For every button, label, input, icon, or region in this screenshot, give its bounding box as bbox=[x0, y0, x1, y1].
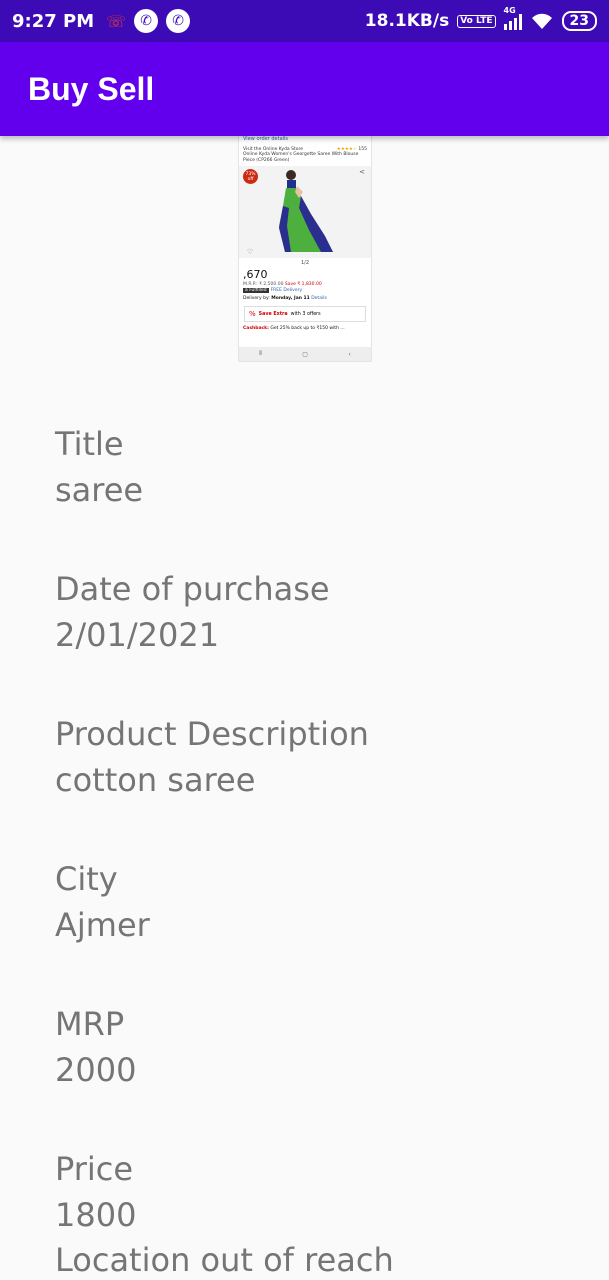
notification-icons: ☏ ✆ ✆ bbox=[106, 9, 191, 33]
product-name: Online Kyda Women's Georgette Saree With… bbox=[243, 152, 359, 163]
whatsapp-icon: ✆ bbox=[134, 9, 159, 33]
mrp-value: M.R.P.: ₹ 2,500.00 bbox=[243, 282, 284, 287]
detail-title-value: saree bbox=[55, 470, 144, 509]
home-icon: ▢ bbox=[302, 350, 308, 358]
offer-save: Save Extra bbox=[258, 311, 288, 317]
delivery-details-link: Details bbox=[311, 296, 327, 301]
rating-count: 155 bbox=[358, 147, 367, 152]
saree-model-figure bbox=[279, 170, 333, 252]
app-title: Buy Sell bbox=[28, 70, 155, 107]
location-status: Location out of reach bbox=[55, 1241, 394, 1279]
offers-box: % Save Extra with 3 offers bbox=[244, 306, 366, 322]
status-bar: 9:27 PM ☏ ✆ ✆ 18.1KB/s Vo LTE 4G 23 bbox=[0, 0, 609, 42]
screenshot-nav-bar: ⦀ ▢ ‹ bbox=[239, 347, 371, 361]
detail-city-label: City bbox=[55, 860, 118, 898]
back-icon: ‹ bbox=[348, 350, 351, 358]
saree-photo: 73% off < ♡ bbox=[239, 166, 371, 258]
detail-date-value: 2/01/2021 bbox=[55, 615, 220, 654]
delivery-row: Delivery by: Monday, Jan 11 Details bbox=[239, 293, 371, 304]
network-type: 4G bbox=[503, 6, 516, 15]
delivery-prefix: Delivery by: bbox=[243, 296, 270, 301]
detail-title-label: Title bbox=[55, 425, 124, 463]
system-indicators: 18.1KB/s Vo LTE 4G 23 bbox=[364, 6, 597, 31]
detail-description-label: Product Description bbox=[55, 715, 369, 753]
offer-percent-icon: % bbox=[249, 310, 256, 318]
cashback-text: Get 25% back up to ₹150 with ... bbox=[270, 326, 345, 331]
detail-date-label: Date of purchase bbox=[55, 570, 330, 608]
product-price: ,670 bbox=[243, 268, 268, 281]
network-speed: 18.1KB/s bbox=[364, 11, 450, 31]
missed-call-icon: ☏ bbox=[106, 11, 127, 31]
app-bar: Buy Sell bbox=[0, 42, 609, 136]
product-brand-row: Visit the Online Kyda Store ★★★★☆ 155 bbox=[239, 143, 371, 152]
cell-signal-icon: 4G bbox=[503, 6, 522, 30]
product-image[interactable]: View order details Visit the Online Kyda… bbox=[238, 134, 372, 362]
product-details: Title saree Date of purchase 2/01/2021 P… bbox=[55, 422, 595, 1280]
status-time: 9:27 PM bbox=[12, 10, 95, 32]
detail-price-label: Price bbox=[55, 1150, 134, 1188]
cashback-row: Cashback: Get 25% back up to ₹150 with .… bbox=[239, 324, 371, 333]
offer-rest: with 3 offers bbox=[290, 311, 321, 317]
wifi-icon bbox=[531, 13, 552, 29]
product-mrp: M.R.P.: ₹ 2,500.00 Save ₹ 1,830.00 bbox=[239, 281, 371, 288]
delivery-date: Monday, Jan 11 bbox=[271, 296, 310, 301]
fulfilled-badge: a Fulfilled bbox=[243, 288, 269, 293]
battery-icon: 23 bbox=[561, 11, 597, 31]
wishlist-heart-icon: ♡ bbox=[247, 248, 254, 256]
detail-mrp-label: MRP bbox=[55, 1005, 125, 1043]
cashback-label: Cashback: bbox=[243, 326, 269, 331]
detail-description-value: cotton saree bbox=[55, 760, 256, 799]
recents-icon: ⦀ bbox=[259, 350, 262, 357]
whatsapp-icon-2: ✆ bbox=[166, 9, 191, 33]
free-delivery: FREE Delivery bbox=[270, 288, 303, 293]
detail-city-value: Ajmer bbox=[55, 905, 150, 944]
detail-price-value: 1800 bbox=[55, 1195, 137, 1234]
savings-value: Save ₹ 1,830.00 bbox=[284, 282, 322, 287]
product-image-header: View order details bbox=[243, 136, 289, 142]
volte-icon: Vo LTE bbox=[457, 14, 496, 28]
detail-mrp-value: 2000 bbox=[55, 1050, 137, 1089]
